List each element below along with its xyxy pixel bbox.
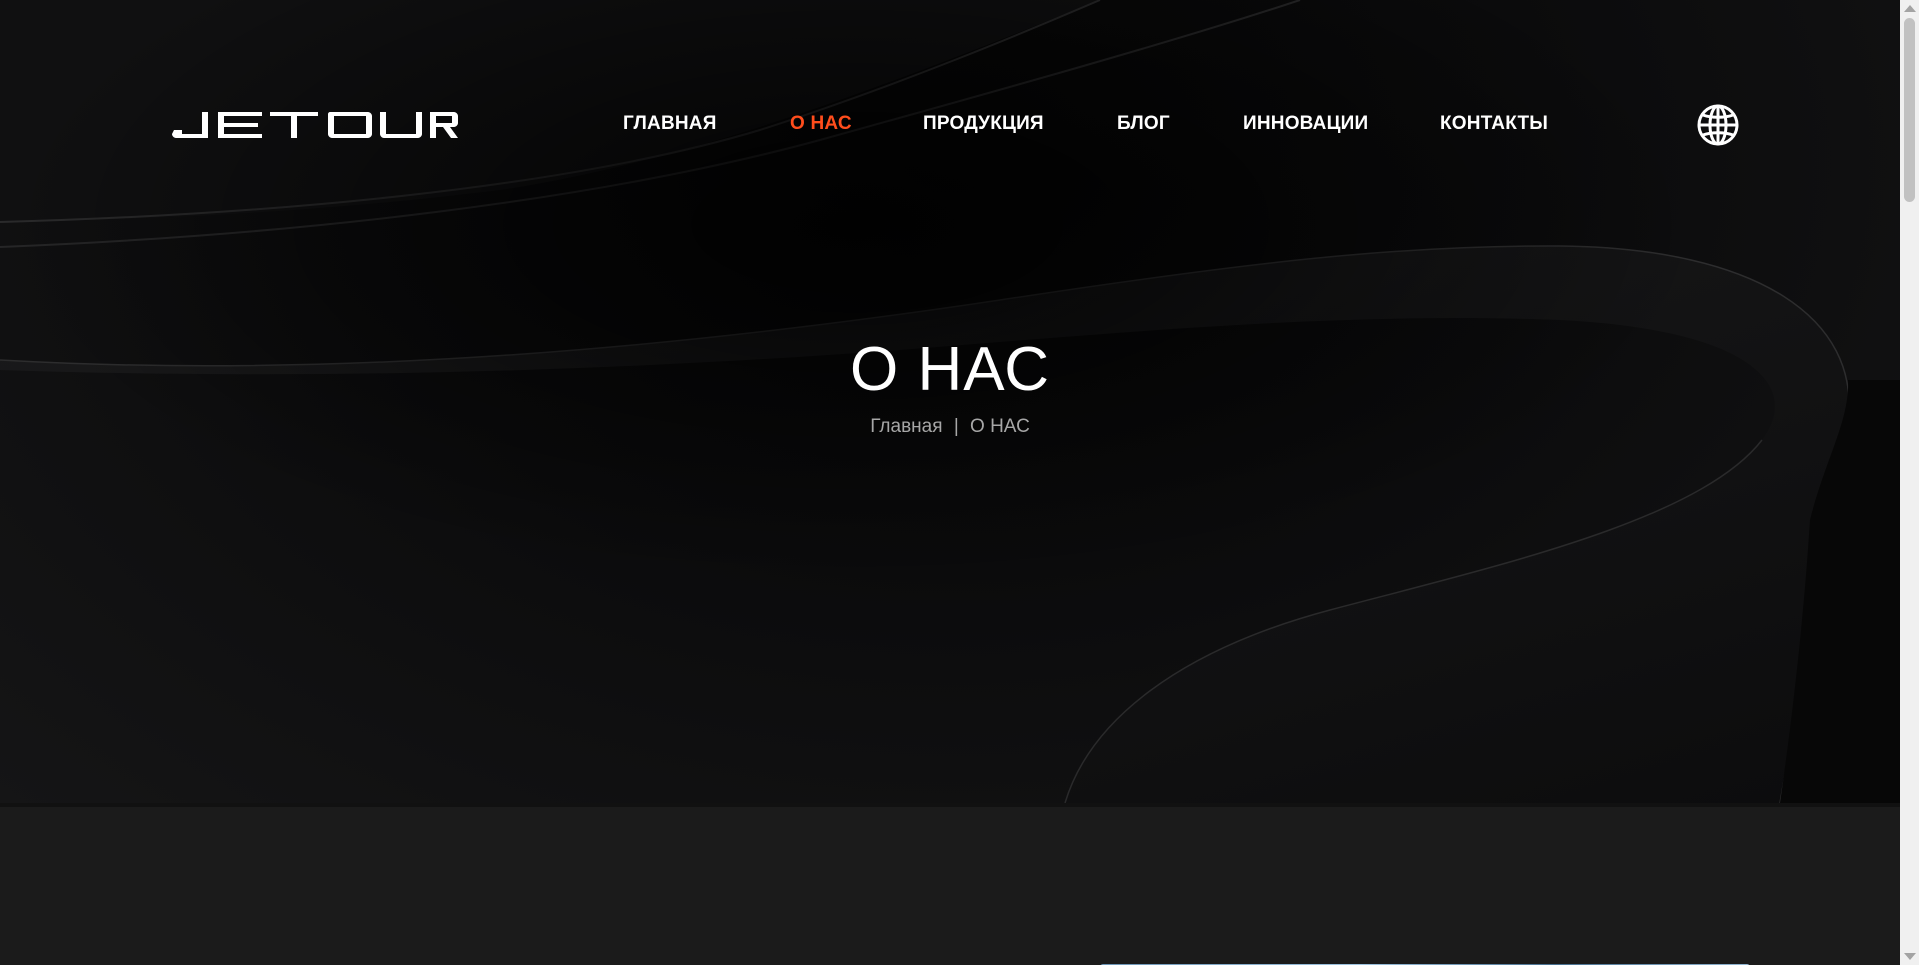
breadcrumb: Главная | О НАС (0, 416, 1900, 438)
globe-icon (1697, 104, 1739, 146)
breadcrumb-current: О НАС (970, 416, 1030, 437)
nav-item-blog[interactable]: БЛОГ (1117, 113, 1170, 135)
nav-item-innovations[interactable]: ИННОВАЦИИ (1243, 113, 1368, 135)
nav-item-contacts[interactable]: КОНТАКТЫ (1440, 113, 1548, 135)
jetour-logo[interactable] (172, 108, 458, 138)
hero-banner: ГЛАВНАЯ О НАС ПРОДУКЦИЯ БЛОГ ИННОВАЦИИ К… (0, 0, 1900, 803)
site-header: ГЛАВНАЯ О НАС ПРОДУКЦИЯ БЛОГ ИННОВАЦИИ К… (0, 0, 1900, 250)
content-section (0, 803, 1900, 965)
breadcrumb-home-link[interactable]: Главная (870, 416, 942, 438)
nav-item-about[interactable]: О НАС (790, 113, 852, 135)
breadcrumb-separator: | (953, 416, 959, 437)
scroll-up-arrow-icon[interactable] (1904, 5, 1916, 12)
nav-item-products[interactable]: ПРОДУКЦИЯ (923, 113, 1044, 135)
language-selector-button[interactable] (1696, 103, 1740, 147)
page: ГЛАВНАЯ О НАС ПРОДУКЦИЯ БЛОГ ИННОВАЦИИ К… (0, 0, 1919, 965)
vertical-scrollbar[interactable] (1900, 0, 1919, 965)
scroll-down-arrow-icon[interactable] (1904, 953, 1916, 960)
nav-item-home[interactable]: ГЛАВНАЯ (623, 113, 717, 135)
page-title: О НАС (850, 335, 1050, 404)
scrollbar-thumb[interactable] (1904, 18, 1915, 202)
jetour-logo-wordmark (172, 112, 458, 138)
